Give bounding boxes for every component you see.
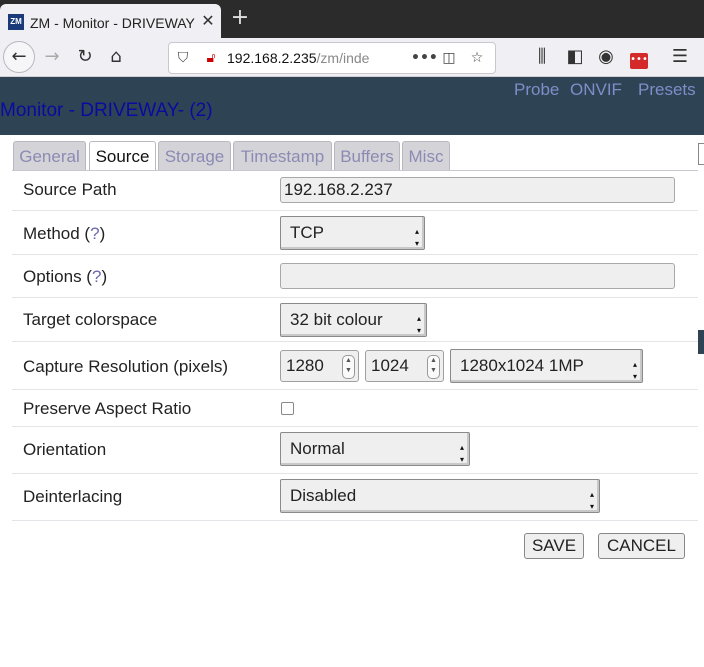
- tab-misc[interactable]: Misc: [402, 141, 450, 171]
- deinterlacing-value: Disabled: [290, 486, 357, 505]
- page-actions-icon[interactable]: •••: [411, 48, 438, 68]
- dropdown-arrow-icon: ▴ ▾: [590, 490, 595, 511]
- resolution-preset-value: 1280x1024 1MP: [460, 356, 584, 375]
- orientation-value: Normal: [290, 439, 345, 458]
- sidebar-icon[interactable]: ◧: [560, 42, 590, 72]
- resolution-preset-select[interactable]: 1280x1024 1MP ▴ ▾: [450, 349, 643, 383]
- tab-storage[interactable]: Storage: [158, 141, 231, 171]
- capture-height-value: 1024: [371, 356, 409, 375]
- dropdown-arrow-icon: ▴ ▾: [633, 360, 638, 381]
- deinterlacing-row: Deinterlacing Disabled ▴ ▾: [12, 474, 698, 521]
- browser-navbar: ← → ↻ ⌂ ⛉ 🔓︎ 192.168.2.235/zm/inde ••• ◫…: [0, 38, 704, 77]
- tab-general[interactable]: General: [13, 141, 86, 171]
- insecure-lock-icon[interactable]: 🔓︎: [201, 48, 221, 68]
- account-icon[interactable]: ◉: [591, 42, 621, 72]
- method-row: Method (?) TCP ▴ ▾: [12, 211, 698, 255]
- url-text[interactable]: 192.168.2.235/zm/inde: [227, 50, 407, 66]
- home-icon[interactable]: ⌂: [101, 42, 131, 72]
- extension-icon[interactable]: •••: [624, 42, 654, 72]
- tab-timestamp[interactable]: Timestamp: [233, 141, 332, 171]
- method-label-text: Method (: [23, 224, 91, 243]
- probe-link[interactable]: Probe: [514, 80, 559, 100]
- partial-underlying-content: [698, 135, 704, 667]
- method-label-close: ): [99, 224, 106, 243]
- aspect-ratio-label: Preserve Aspect Ratio: [23, 399, 192, 418]
- options-label-close: ): [101, 267, 108, 286]
- dropdown-arrow-icon: ▴ ▾: [460, 443, 465, 464]
- options-input[interactable]: [280, 263, 675, 289]
- tab-source[interactable]: Source: [89, 141, 156, 171]
- dropdown-arrow-icon: ▴ ▾: [417, 314, 422, 335]
- pocket-icon[interactable]: ◫: [439, 48, 459, 68]
- aspect-ratio-row: Preserve Aspect Ratio: [12, 390, 698, 427]
- url-path: /zm/inde: [316, 50, 370, 66]
- page-title: Monitor - DRIVEWAY- (2): [0, 100, 213, 121]
- aspect-ratio-checkbox[interactable]: [281, 402, 294, 415]
- source-path-label: Source Path: [23, 180, 117, 199]
- close-icon[interactable]: ✕: [199, 12, 217, 30]
- capture-width-input[interactable]: 1280 ▲ ▼: [280, 350, 359, 382]
- method-select[interactable]: TCP ▴ ▾: [280, 216, 425, 250]
- source-path-row: Source Path 192.168.2.237: [12, 171, 698, 211]
- back-arrow-icon[interactable]: ←: [3, 41, 35, 73]
- dropdown-arrow-icon: ▴ ▾: [415, 227, 420, 248]
- star-icon[interactable]: ☆: [467, 48, 487, 68]
- library-icon[interactable]: ⫼: [527, 42, 557, 72]
- presets-link[interactable]: Presets: [638, 80, 696, 100]
- colorspace-row: Target colorspace 32 bit colour ▴ ▾: [12, 298, 698, 342]
- capture-resolution-row: Capture Resolution (pixels) 1280 ▲ ▼ 1024 ▲…: [12, 342, 698, 390]
- options-label-text: Options (: [23, 267, 92, 286]
- shield-icon[interactable]: ⛉: [173, 48, 193, 68]
- capture-resolution-label: Capture Resolution (pixels): [23, 357, 229, 376]
- colorspace-value: 32 bit colour: [290, 310, 383, 329]
- reload-icon[interactable]: ↻: [70, 42, 100, 72]
- zm-favicon-icon: ZM: [8, 14, 24, 30]
- browser-tab-strip: ZM ZM - Monitor - DRIVEWAY ✕ +: [0, 0, 704, 38]
- url-host: 192.168.2.235: [227, 50, 317, 66]
- menu-icon[interactable]: ☰: [665, 42, 695, 72]
- plus-icon[interactable]: +: [229, 7, 251, 29]
- save-button[interactable]: SAVE: [524, 533, 584, 559]
- colorspace-label: Target colorspace: [23, 310, 158, 329]
- deinterlacing-label: Deinterlacing: [23, 487, 123, 506]
- tab-buffers[interactable]: Buffers: [334, 141, 400, 171]
- orientation-label: Orientation: [23, 440, 107, 459]
- source-path-input[interactable]: 192.168.2.237: [280, 177, 675, 203]
- cancel-button[interactable]: CANCEL: [598, 533, 685, 559]
- options-label: Options (?): [23, 267, 107, 287]
- method-value: TCP: [290, 223, 324, 242]
- onvif-link[interactable]: ONVIF: [570, 80, 622, 100]
- browser-tab[interactable]: ZM ZM - Monitor - DRIVEWAY ✕: [0, 4, 221, 38]
- capture-width-value: 1280: [286, 356, 324, 375]
- capture-height-input[interactable]: 1024 ▲ ▼: [365, 350, 444, 382]
- spinner-arrows-icon[interactable]: ▲ ▼: [427, 355, 440, 379]
- options-row: Options (?): [12, 255, 698, 298]
- deinterlacing-select[interactable]: Disabled ▴ ▾: [280, 479, 600, 513]
- orientation-select[interactable]: Normal ▴ ▾: [280, 432, 470, 466]
- forward-arrow-icon[interactable]: →: [37, 42, 67, 72]
- method-label: Method (?): [23, 224, 105, 244]
- url-bar[interactable]: ⛉ 🔓︎ 192.168.2.235/zm/inde ••• ◫ ☆: [168, 42, 496, 74]
- orientation-row: Orientation Normal ▴ ▾: [12, 427, 698, 474]
- spinner-arrows-icon[interactable]: ▲ ▼: [342, 355, 355, 379]
- page-header: Monitor - DRIVEWAY- (2) Probe ONVIF Pres…: [0, 77, 704, 135]
- method-help-link[interactable]: ?: [90, 224, 99, 243]
- colorspace-select[interactable]: 32 bit colour ▴ ▾: [280, 303, 427, 337]
- browser-tab-title: ZM - Monitor - DRIVEWAY: [30, 15, 195, 31]
